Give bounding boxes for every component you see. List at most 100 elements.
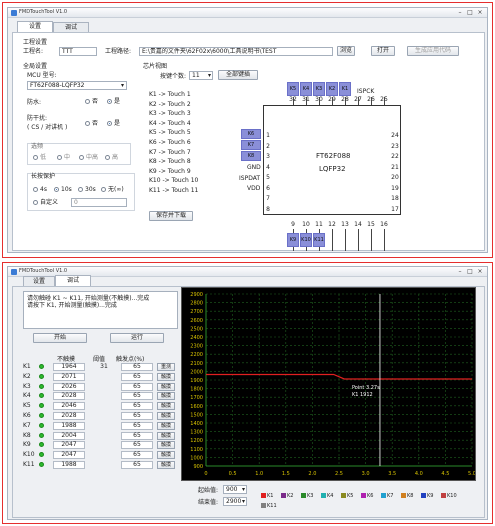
key-k9[interactable]: K9 — [287, 233, 299, 247]
project-name-input[interactable]: TTT — [59, 47, 97, 56]
col-header-untouched: 不触摸 — [57, 356, 76, 363]
key-k5[interactable]: K5 — [287, 82, 299, 96]
close-icon[interactable]: × — [475, 9, 485, 16]
legend-item[interactable]: K2 — [281, 493, 293, 499]
waterproof-yes-label: 是 — [114, 98, 121, 105]
key-k10[interactable]: K10 — [300, 233, 312, 247]
legend-item[interactable]: K11 — [261, 503, 277, 509]
row-action-button[interactable]: 重测 — [157, 363, 175, 371]
maximize-icon[interactable]: □ — [465, 268, 475, 275]
global-settings-label: 全局设置 — [23, 63, 48, 70]
row-status-led — [39, 364, 44, 369]
tab-settings[interactable]: 设置 — [23, 276, 55, 286]
freq-mid-radio[interactable] — [57, 155, 62, 160]
lp-custom-input[interactable]: 0 — [71, 198, 127, 207]
row-action-button[interactable]: 触摸 — [157, 402, 175, 411]
row-action-button[interactable]: 触摸 — [157, 372, 175, 381]
row-trigger-input[interactable]: 65 — [121, 412, 153, 420]
key-k8[interactable]: K8 — [241, 151, 261, 161]
pin-lead — [384, 97, 385, 105]
row-action-button[interactable]: 触摸 — [157, 441, 175, 450]
row-status-led — [39, 413, 44, 418]
lp-30s-radio[interactable] — [78, 187, 83, 192]
row-trigger-input[interactable]: 65 — [121, 441, 153, 450]
legend-item[interactable]: K7 — [381, 493, 393, 499]
waterproof-yes-radio[interactable] — [107, 99, 112, 104]
save-download-button[interactable]: 保存并下载 — [149, 211, 193, 221]
row-trigger-input[interactable]: 65 — [121, 421, 153, 430]
anti-interference-yes-radio[interactable] — [107, 121, 112, 126]
minimize-icon[interactable]: – — [455, 9, 465, 16]
row-trigger-input[interactable]: 65 — [121, 372, 153, 381]
waterproof-no-radio[interactable] — [85, 99, 90, 104]
run-button[interactable]: 运行 — [110, 333, 164, 343]
key-k6[interactable]: K6 — [241, 129, 261, 139]
mcu-model-select[interactable]: FT62F088-LQFP32 ▾ — [27, 81, 127, 90]
start-button[interactable]: 开始 — [33, 333, 87, 343]
key-count-select[interactable]: 11 ▾ — [189, 71, 213, 80]
pin-lead — [358, 97, 359, 105]
log-textarea[interactable]: 请勿触碰 K1 ~ K11, 开始测量(不触摸)...完成 请按下 K1, 开始… — [23, 291, 178, 329]
legend-label: K7 — [387, 493, 394, 499]
legend-label: K10 — [447, 493, 457, 499]
key-k7[interactable]: K7 — [241, 140, 261, 150]
y-tick-label: 900 — [193, 464, 203, 470]
row-trigger-input[interactable]: 65 — [121, 363, 153, 371]
row-action-button[interactable]: 触摸 — [157, 412, 175, 420]
tab-debug[interactable]: 调试 — [55, 275, 91, 286]
open-button[interactable]: 打开 — [371, 46, 395, 56]
key-k4[interactable]: K4 — [300, 82, 312, 96]
generate-code-button[interactable]: 生成应用代码 — [407, 46, 459, 56]
settings-panel: 工程设置 工程名: TTT 工程路径: E:\贵嘉的文件夹\62F02x\600… — [12, 32, 485, 251]
freq-midhigh-radio[interactable] — [79, 155, 84, 160]
row-action-button[interactable]: 触摸 — [157, 421, 175, 430]
lp-none-radio[interactable] — [101, 187, 106, 192]
legend-item[interactable]: K3 — [301, 493, 313, 499]
row-trigger-input[interactable]: 65 — [121, 461, 153, 469]
row-status-led — [39, 393, 44, 399]
legend-swatch — [421, 493, 426, 498]
legend-swatch — [401, 493, 406, 498]
legend-item[interactable]: K8 — [401, 493, 413, 499]
row-action-button[interactable]: 触摸 — [157, 451, 175, 460]
minimize-icon[interactable]: – — [455, 268, 465, 275]
row-action-button[interactable]: 触摸 — [157, 461, 175, 469]
row-trigger-input[interactable]: 65 — [121, 402, 153, 411]
select-all-keys-button[interactable]: 全部键插 — [218, 70, 258, 80]
key-k1[interactable]: K1 — [339, 82, 351, 96]
row-trigger-input[interactable]: 65 — [121, 382, 153, 391]
tab-settings[interactable]: 设置 — [17, 21, 53, 32]
row-action-button[interactable]: 触摸 — [157, 431, 175, 440]
legend-item[interactable]: K4 — [321, 493, 333, 499]
start-value-select[interactable]: 900 ▾ — [223, 485, 247, 494]
row-action-button[interactable]: 触摸 — [157, 382, 175, 391]
end-value-select[interactable]: 2900 ▾ — [223, 497, 247, 506]
y-tick-label: 1800 — [190, 387, 203, 393]
tab-debug[interactable]: 调试 — [53, 22, 89, 32]
maximize-icon[interactable]: □ — [465, 9, 475, 16]
legend-item[interactable]: K6 — [361, 493, 373, 499]
legend-item[interactable]: K10 — [441, 493, 457, 499]
close-icon[interactable]: × — [475, 268, 485, 275]
lp-10s-radio[interactable] — [54, 187, 59, 192]
row-trigger-input[interactable]: 65 — [121, 431, 153, 440]
legend-item[interactable]: K5 — [341, 493, 353, 499]
row-untouched-value: 1988 — [53, 461, 85, 469]
key-k2[interactable]: K2 — [326, 82, 338, 96]
key-k11[interactable]: K11 — [313, 233, 325, 247]
freq-high-radio[interactable] — [105, 155, 110, 160]
project-path-input[interactable]: E:\贵嘉的文件夹\62F02x\6000\工具说明书\TEST — [139, 47, 333, 56]
anti-interference-no-radio[interactable] — [85, 121, 90, 126]
lp-4s-radio[interactable] — [33, 187, 38, 192]
browse-button[interactable]: 浏览 — [337, 46, 355, 56]
key-k3[interactable]: K3 — [313, 82, 325, 96]
row-trigger-input[interactable]: 65 — [121, 392, 153, 401]
y-tick-label: 1600 — [190, 404, 203, 410]
row-trigger-input[interactable]: 65 — [121, 451, 153, 460]
legend-item[interactable]: K1 — [261, 493, 273, 499]
freq-low-radio[interactable] — [33, 155, 38, 160]
row-action-button[interactable]: 触摸 — [157, 392, 175, 401]
lp-custom-radio[interactable] — [33, 200, 38, 205]
chevron-down-icon: ▾ — [241, 486, 245, 493]
legend-item[interactable]: K9 — [421, 493, 433, 499]
